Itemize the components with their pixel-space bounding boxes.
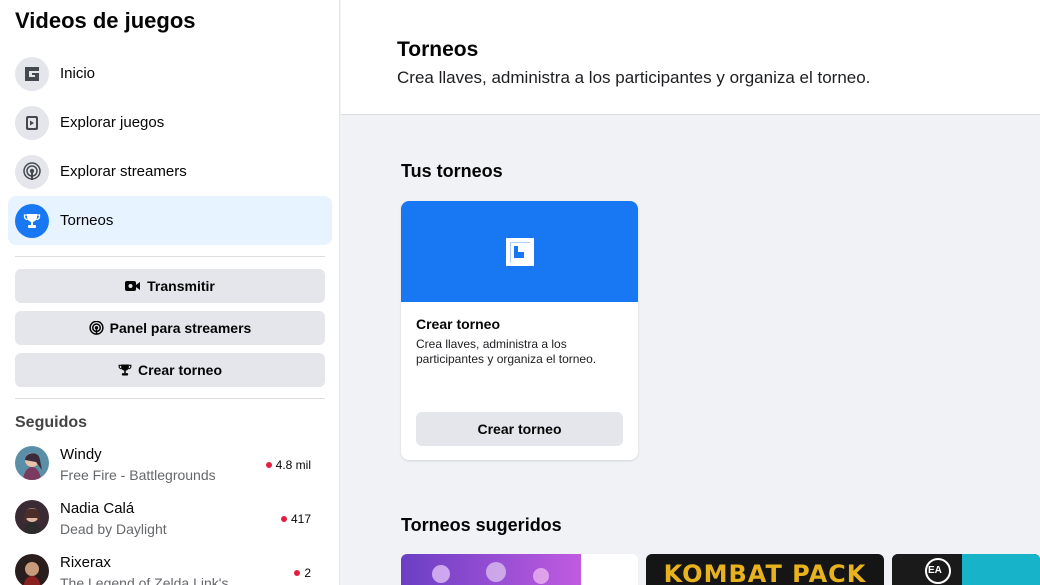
live-viewers: 417 [280,512,311,526]
divider [15,398,325,399]
following-game: Dead by Daylight [60,521,167,537]
main-content: Torneos Crea llaves, administra a los pa… [341,0,1040,585]
crear-torneo-side-button-label: Crear torneo [137,362,223,378]
viewer-count: 417 [290,512,311,526]
page-title: Torneos [397,38,479,61]
viewer-count: 2 [304,566,311,580]
thumbnail-title: KOMBAT PACK [663,560,867,585]
crear-torneo-side-button[interactable]: Crear torneo [15,353,325,387]
sidebar-item-label: Inicio [60,65,96,82]
suggested-tournament-thumb[interactable]: KOMBAT PACK [646,554,884,585]
suggested-tournament-thumb[interactable] [401,554,638,585]
crear-torneo-button[interactable]: Crear torneo [416,412,623,446]
following-item-windy[interactable]: Windy Free Fire - Battlegrounds 4.8 mil [15,446,315,492]
following-name: Rixerax [60,554,111,571]
thumbnail-image [401,554,581,585]
broadcast-icon [89,320,104,335]
your-tournaments-title: Tus torneos [401,161,503,181]
following-game: Free Fire - Battlegrounds [60,467,216,483]
game-explore-icon [15,105,49,140]
ea-logo: EA [928,565,942,576]
sidebar-item-label: Explorar streamers [60,163,187,180]
sidebar-item-explorar-juegos[interactable]: Explorar juegos [8,98,332,147]
thumbnail-image [892,554,1040,585]
following-game: The Legend of Zelda Link's [60,575,229,585]
panel-streamers-button-label: Panel para streamers [109,320,252,336]
following-item-rixerax[interactable]: Rixerax The Legend of Zelda Link's 2 [15,554,315,585]
divider [15,256,325,257]
following-title: Seguidos [15,414,88,431]
page-header: Torneos Crea llaves, administra a los pa… [341,0,1040,115]
sidebar-nav: Inicio Explorar juegos Explorar streamer… [8,49,332,245]
sidebar-item-inicio[interactable]: Inicio [8,49,332,98]
transmitir-button[interactable]: Transmitir [15,269,325,303]
trophy-icon [15,203,49,238]
avatar [15,554,49,585]
live-dot-icon [265,462,272,468]
sidebar-item-label: Explorar juegos [60,114,165,131]
card-title: Crear torneo [416,316,501,332]
suggested-tournament-thumb[interactable]: EA [892,554,1040,585]
page-subtitle: Crea llaves, administra a los participan… [397,68,871,87]
gaming-home-icon [15,56,49,91]
following-name: Windy [60,446,102,463]
following-item-nadia[interactable]: Nadia Calá Dead by Daylight 417 [15,500,315,546]
trophy-icon [118,364,132,376]
card-description: Crea llaves, administra a los participan… [416,337,597,366]
sidebar: Videos de juegos Inicio Explorar juegos … [0,0,340,585]
gaming-logo-icon [505,237,534,266]
avatar [15,446,49,480]
sidebar-title: Videos de juegos [15,8,196,33]
live-viewers: 4.8 mil [265,458,311,472]
live-viewers: 2 [294,566,311,580]
create-tournament-card: Crear torneo Crea llaves, administra a l… [401,201,638,460]
sidebar-item-explorar-streamers[interactable]: Explorar streamers [8,147,332,196]
transmitir-button-label: Transmitir [147,278,215,294]
video-camera-icon [125,281,141,291]
following-name: Nadia Calá [60,500,135,517]
avatar [15,500,49,534]
live-dot-icon [294,570,301,576]
panel-streamers-button[interactable]: Panel para streamers [15,311,325,345]
card-banner [401,201,638,302]
viewer-count: 4.8 mil [275,458,311,472]
sidebar-item-torneos[interactable]: Torneos [8,196,332,245]
suggested-tournaments-title: Torneos sugeridos [401,515,562,535]
sidebar-item-label: Torneos [60,212,114,229]
live-dot-icon [280,516,287,522]
broadcast-icon [15,154,49,189]
